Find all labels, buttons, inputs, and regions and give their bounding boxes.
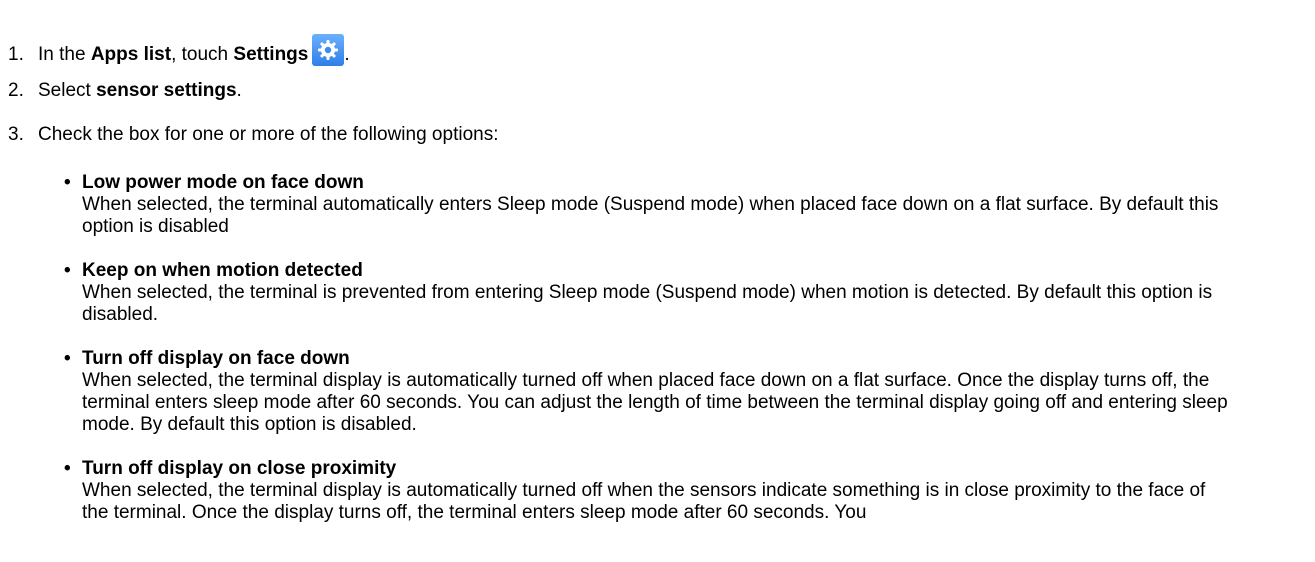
step-text: . [236,80,242,101]
apps-list-label: Apps list [90,44,172,65]
bullet: • [64,458,71,479]
step-text: Select [38,80,97,101]
document-page: 1. In the Apps list, touch Settings . 2. S… [0,0,1315,562]
step-text: In the [38,44,91,65]
option-description: When selected, the terminal display is a… [82,480,1206,523]
option-title: Turn off display on face down [82,348,350,369]
step-number: 3. [8,124,24,145]
sensor-settings-label: sensor settings [96,80,237,101]
option-low-power-mode: • Low power mode on face down When selec… [64,172,1244,238]
option-title: Keep on when motion detected [82,260,363,281]
option-turn-off-proximity: • Turn off display on close proximity Wh… [64,458,1244,524]
option-title: Low power mode on face down [82,172,364,193]
gear-icon-shape [318,40,339,60]
option-description: When selected, the terminal automaticall… [82,194,1219,237]
step-text: , touch [171,44,234,65]
step-2: 2. Select sensor settings. [8,80,242,102]
bullet: • [64,348,71,369]
bullet: • [64,172,71,193]
option-keep-on-motion: • Keep on when motion detected When sele… [64,260,1244,326]
option-description: When selected, the terminal is prevented… [82,282,1213,325]
gear-icon [312,34,345,66]
step-3: 3. Check the box for one or more of the f… [8,124,498,146]
step-1: 1. In the Apps list, touch Settings . [8,34,350,66]
step-number: 1. [8,44,24,65]
bullet: • [64,260,71,281]
option-title: Turn off display on close proximity [82,458,397,479]
option-description: When selected, the terminal display is a… [82,370,1228,435]
settings-label: Settings [233,44,309,65]
option-turn-off-face-down: • Turn off display on face down When sel… [64,348,1244,436]
step-text: . [344,44,350,65]
step-number: 2. [8,80,24,101]
step-text: Check the box for one or more of the fol… [38,124,499,145]
